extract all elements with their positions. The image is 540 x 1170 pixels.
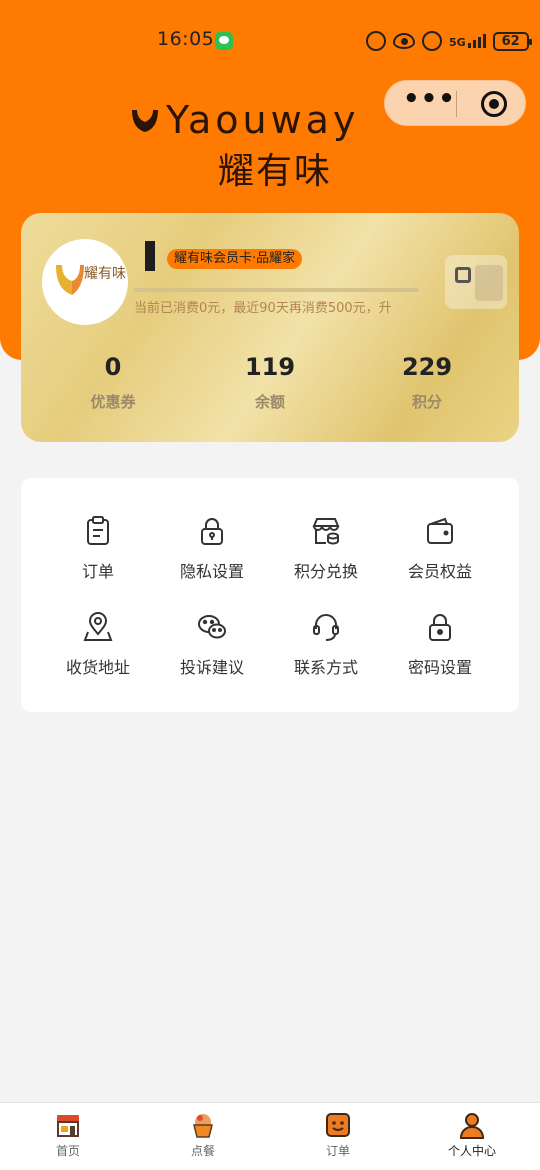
battery-icon: 62 (492, 31, 532, 51)
wechat-icon (198, 615, 226, 639)
stat-label: 优惠券 (90, 393, 136, 411)
cupcake-icon (193, 1114, 213, 1138)
level-progress-bar (134, 288, 419, 292)
store-icon (312, 518, 340, 545)
status-bar: 16:05 5G 62 (0, 24, 540, 58)
location-icon (83, 612, 113, 641)
stat-value: 0 (104, 353, 122, 381)
menu-item-feedback[interactable]: 投诉建议 (157, 612, 267, 692)
wallet-icon (427, 517, 453, 544)
alarm-icon (422, 31, 442, 51)
order-icon (326, 1113, 350, 1137)
avatar[interactable]: 耀有味 (42, 239, 128, 325)
member-card[interactable]: 耀有味 耀有味会员卡·品耀家 当前已消费0元，最近90天再消费500元，升 0 … (21, 213, 519, 442)
qr-code-icon (455, 267, 471, 283)
signal-icon: 5G (449, 34, 486, 48)
stat-balance[interactable]: 119 余额 (210, 353, 330, 412)
stat-value: 119 (244, 353, 296, 381)
menu-item-label: 收货地址 (65, 658, 130, 677)
brand-logo: Yaouway 耀有味 (130, 98, 420, 192)
qr-code-button[interactable] (445, 255, 507, 309)
capsule-divider (456, 91, 457, 117)
menu-item-label: 投诉建议 (179, 658, 244, 677)
stat-value: 229 (401, 353, 453, 381)
menu-item-privacy[interactable]: 隐私设置 (157, 516, 267, 596)
status-time: 16:05 (157, 28, 215, 50)
menu-item-member-benefits[interactable]: 会员权益 (385, 516, 495, 596)
status-icons: 5G 62 (366, 30, 532, 52)
tab-label: 首页 (55, 1144, 80, 1158)
stat-label: 积分 (411, 393, 442, 411)
clipboard-icon (87, 516, 109, 545)
menu-item-label: 隐私设置 (179, 562, 244, 581)
menu-item-orders[interactable]: 订单 (43, 516, 153, 596)
level-progress-text: 当前已消费0元，最近90天再消费500元，升 (134, 301, 392, 316)
menu-item-label: 联系方式 (293, 658, 358, 677)
stat-coupons[interactable]: 0 优惠券 (53, 353, 173, 412)
menu-item-label: 积分兑换 (293, 562, 358, 581)
function-menu: 订单 隐私设置 积分兑换 会员权益 收货地址 投诉建议 联系方式 密码设置 (21, 478, 519, 712)
headset-icon (313, 614, 339, 641)
qr-blurred-area (475, 265, 503, 301)
network-type: 5G (449, 36, 466, 49)
brand-latin-name: Yaouway (166, 98, 360, 142)
menu-item-password[interactable]: 密码设置 (385, 612, 495, 692)
wechat-notification-icon (215, 32, 233, 50)
brand-cjk-name: 耀有味 (218, 151, 333, 192)
tab-order-food[interactable]: 点餐 (153, 1111, 253, 1159)
shop-icon (57, 1115, 79, 1137)
tab-home[interactable]: 首页 (18, 1111, 118, 1159)
user-icon (459, 1113, 485, 1139)
menu-item-label: 会员权益 (407, 562, 472, 581)
tab-profile[interactable]: 个人中心 (422, 1111, 522, 1159)
member-name-redacted (145, 241, 155, 271)
menu-item-label: 密码设置 (407, 658, 472, 677)
stat-label: 余额 (254, 393, 285, 411)
menu-item-contact[interactable]: 联系方式 (271, 612, 381, 692)
target-icon[interactable] (481, 91, 507, 117)
eye-icon (393, 33, 415, 49)
tab-orders[interactable]: 订单 (288, 1111, 388, 1159)
bottom-tab-bar: 首页 点餐 订单 个人中心 (0, 1102, 540, 1170)
stat-points[interactable]: 229 积分 (367, 353, 487, 412)
padlock-icon (429, 614, 451, 641)
tab-label: 订单 (325, 1144, 350, 1158)
nfc-icon (366, 31, 386, 51)
tab-label: 个人中心 (447, 1144, 496, 1158)
member-level-badge: 耀有味会员卡·品耀家 (167, 249, 303, 269)
tab-label: 点餐 (190, 1144, 215, 1158)
brand-mark-icon (132, 110, 158, 132)
avatar-text: 耀有味 (84, 266, 126, 282)
lock-icon (201, 518, 223, 545)
menu-item-points-exchange[interactable]: 积分兑换 (271, 516, 381, 596)
menu-item-address[interactable]: 收货地址 (43, 612, 153, 692)
menu-item-label: 订单 (81, 562, 114, 581)
